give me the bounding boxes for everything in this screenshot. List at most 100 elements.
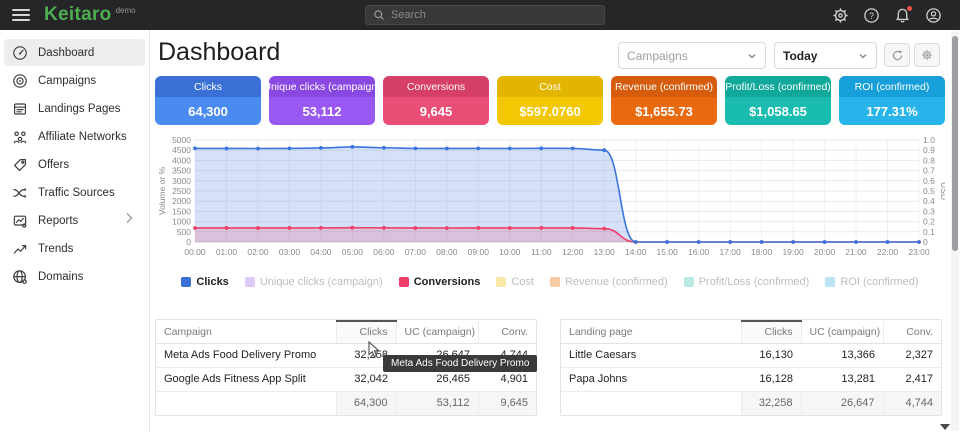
row-name-cell[interactable]: Google Ads Fitness App Split [156, 367, 336, 391]
metric-card-unique-clicks-campaign[interactable]: Unique clicks (campaign)53,112 [269, 76, 375, 125]
user-avatar-icon[interactable] [925, 7, 942, 24]
total-cell: 32,258 [741, 391, 801, 415]
metric-card-conversions[interactable]: Conversions9,645 [383, 76, 489, 125]
legend-label: Cost [511, 276, 534, 288]
column-header-clicks[interactable]: Clicks [741, 321, 801, 343]
total-cell [561, 391, 741, 415]
sidebar-item-landings-pages[interactable]: Landings Pages [4, 95, 145, 122]
svg-text:09:00: 09:00 [468, 247, 490, 257]
legend-label: Clicks [196, 276, 228, 288]
metric-card-profit-loss-confirmed[interactable]: Profit/Loss (confirmed)$1,058.65 [725, 76, 831, 125]
svg-text:08:00: 08:00 [436, 247, 458, 257]
globe-icon [12, 269, 28, 285]
total-cell: 64,300 [336, 391, 396, 415]
column-header-landing-page[interactable]: Landing page [561, 321, 741, 343]
svg-text:23:00: 23:00 [908, 247, 930, 257]
target-icon [12, 73, 28, 89]
column-header-campaign[interactable]: Campaign [156, 321, 336, 343]
scrollbar-thumb[interactable] [952, 36, 958, 251]
chevron-down-icon [747, 51, 757, 61]
gauge-icon [12, 45, 28, 61]
row-value-cell: 16,130 [741, 343, 801, 367]
total-cell: 53,112 [396, 391, 478, 415]
row-name-cell[interactable]: Meta Ads Food Delivery Promo [156, 343, 336, 367]
legend-item-roi-confirmed[interactable]: ROI (confirmed) [825, 276, 918, 288]
refresh-button[interactable] [884, 43, 910, 67]
table-row[interactable]: Papa Johns16,12813,2812,417 [561, 367, 941, 391]
svg-text:01:00: 01:00 [216, 247, 238, 257]
notifications-bell-icon[interactable] [894, 7, 911, 24]
svg-text:21:00: 21:00 [845, 247, 867, 257]
sidebar-item-trends[interactable]: Trends [4, 235, 145, 262]
sidebar-item-affiliate-networks[interactable]: Affiliate Networks [4, 123, 145, 150]
sidebar-item-domains[interactable]: Domains [4, 263, 145, 290]
svg-text:17:00: 17:00 [719, 247, 741, 257]
legend-swatch [550, 277, 560, 287]
column-header-clicks[interactable]: Clicks [336, 321, 396, 343]
legend-item-conversions[interactable]: Conversions [399, 276, 481, 288]
svg-text:0: 0 [186, 237, 191, 247]
row-name-cell[interactable]: Little Caesars [561, 343, 741, 367]
chart-legend: Clicks Unique clicks (campaign) Conversion… [155, 276, 945, 288]
svg-text:14:00: 14:00 [625, 247, 647, 257]
legend-label: Unique clicks (campaign) [260, 276, 383, 288]
page-scrollbar[interactable] [951, 31, 959, 431]
sidebar-item-campaigns[interactable]: Campaigns [4, 67, 145, 94]
search-icon [373, 9, 385, 21]
column-header-conv[interactable]: Conv. [478, 321, 536, 343]
sidebar-item-label: Offers [38, 159, 69, 171]
help-icon[interactable]: ? [863, 7, 880, 24]
sidebar-item-traffic-sources[interactable]: Traffic Sources [4, 179, 145, 206]
svg-text:0.7: 0.7 [923, 166, 935, 176]
dashboard-settings-button[interactable] [914, 43, 940, 67]
notification-badge [907, 6, 912, 11]
svg-text:?: ? [869, 10, 874, 20]
logo[interactable]: Keitaro [44, 4, 112, 26]
legend-item-cost[interactable]: Cost [496, 276, 534, 288]
legend-item-revenue-confirmed[interactable]: Revenue (confirmed) [550, 276, 668, 288]
svg-text:500: 500 [177, 227, 191, 237]
metric-card-clicks[interactable]: Clicks64,300 [155, 76, 261, 125]
svg-text:3500: 3500 [172, 166, 191, 176]
svg-text:15:00: 15:00 [657, 247, 679, 257]
metric-card-roi-confirmed[interactable]: ROI (confirmed)177.31% [839, 76, 945, 125]
column-header-uc-campaign[interactable]: UC (campaign) [801, 321, 883, 343]
metric-card-value: 64,300 [155, 97, 261, 125]
search-input[interactable] [391, 9, 581, 21]
total-cell: 9,645 [478, 391, 536, 415]
svg-text:Volume or %: Volume or % [157, 166, 167, 215]
svg-text:2000: 2000 [172, 196, 191, 206]
totals-row: 64,30053,1129,645 [156, 391, 536, 415]
legend-item-clicks[interactable]: Clicks [181, 276, 228, 288]
menu-icon[interactable] [12, 9, 30, 21]
sidebar-item-label: Dashboard [38, 47, 94, 59]
svg-text:22:00: 22:00 [877, 247, 899, 257]
metric-card-label: Conversions [383, 76, 489, 97]
date-range-select[interactable]: Today [774, 42, 877, 69]
metric-card-revenue-confirmed[interactable]: Revenue (confirmed)$1,655.73 [611, 76, 717, 125]
svg-text:12:00: 12:00 [562, 247, 584, 257]
legend-item-profit-loss-confirmed[interactable]: Profit/Loss (confirmed) [684, 276, 810, 288]
settings-gear-icon[interactable] [832, 7, 849, 24]
campaign-filter-select[interactable]: Campaigns [618, 42, 766, 69]
sidebar-item-offers[interactable]: Offers [4, 151, 145, 178]
sidebar-item-dashboard[interactable]: Dashboard [4, 39, 145, 66]
table-row[interactable]: Little Caesars16,13013,3662,327 [561, 343, 941, 367]
legend-swatch [181, 277, 191, 287]
column-header-conv[interactable]: Conv. [883, 321, 941, 343]
metric-card-label: Clicks [155, 76, 261, 97]
metric-card-cost[interactable]: Cost$597.0760 [497, 76, 603, 125]
metric-card-label: Revenue (confirmed) [611, 76, 717, 97]
svg-text:1.0: 1.0 [923, 135, 935, 145]
column-header-uc-campaign[interactable]: UC (campaign) [396, 321, 478, 343]
legend-item-unique-clicks-campaign[interactable]: Unique clicks (campaign) [245, 276, 383, 288]
sidebar-item-reports[interactable]: Reports [4, 207, 145, 234]
totals-row: 32,25826,6474,744 [561, 391, 941, 415]
svg-text:02:00: 02:00 [247, 247, 269, 257]
row-name-cell[interactable]: Papa Johns [561, 367, 741, 391]
traffic-chart[interactable]: 0500100015002000250030003500400045005000… [155, 133, 945, 261]
scroll-down-arrow-icon[interactable] [940, 424, 950, 430]
svg-text:18:00: 18:00 [751, 247, 773, 257]
search-bar[interactable] [365, 5, 605, 25]
landing-pages-icon [12, 101, 28, 117]
